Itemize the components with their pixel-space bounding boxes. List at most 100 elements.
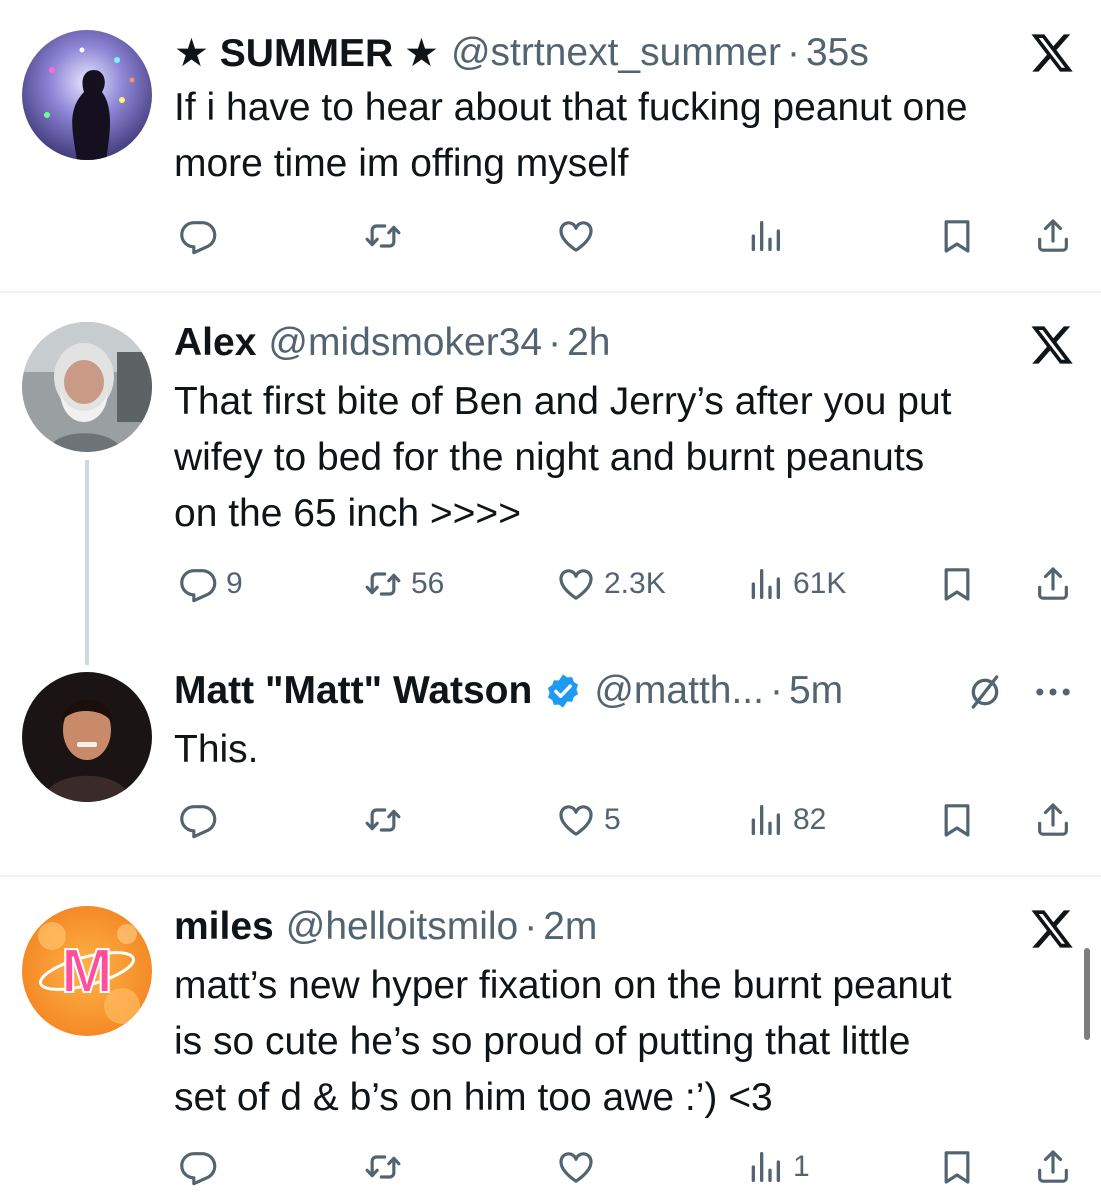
- bookmark-icon: [937, 800, 977, 840]
- retweet-button[interactable]: [363, 800, 411, 840]
- tweet-header: miles @helloitsmilo · 2m: [174, 902, 597, 952]
- reply-icon: [178, 1147, 218, 1187]
- more-icon[interactable]: [1031, 672, 1075, 712]
- retweet-count: 56: [411, 567, 445, 600]
- views-icon: [745, 216, 785, 256]
- action-bar: [0, 216, 1101, 256]
- retweet-icon: [363, 800, 403, 840]
- reply-icon: [178, 216, 218, 256]
- reply-icon: [178, 800, 218, 840]
- views-button[interactable]: [745, 216, 793, 256]
- share-icon: [1033, 564, 1073, 604]
- timestamp[interactable]: 35s: [806, 31, 869, 75]
- share-icon: [1033, 800, 1073, 840]
- share-icon: [1033, 1147, 1073, 1187]
- views-button[interactable]: 61K: [745, 564, 846, 604]
- timestamp[interactable]: 2h: [567, 321, 610, 365]
- tweet-divider: [0, 875, 1101, 877]
- tweet-text-line: That first bite of Ben and Jerry’s after…: [174, 380, 952, 423]
- scrollbar[interactable]: [1084, 948, 1090, 1040]
- avatar[interactable]: [22, 30, 152, 160]
- tweet-header: Matt "Matt" Watson @matth... · 5m: [174, 666, 843, 716]
- share-button[interactable]: [1033, 216, 1073, 256]
- bookmark-button[interactable]: [937, 800, 977, 840]
- like-icon: [556, 564, 596, 604]
- separator-dot: ·: [548, 321, 562, 364]
- views-icon: [745, 1147, 785, 1187]
- separator-dot: ·: [786, 31, 800, 74]
- action-bar: 1: [0, 1147, 1101, 1187]
- views-count: 1: [793, 1150, 810, 1183]
- share-icon: [1033, 216, 1073, 256]
- like-button[interactable]: [556, 216, 604, 256]
- tweet-text-line: on the 65 inch >>>>: [174, 492, 521, 535]
- views-button[interactable]: 82: [745, 800, 826, 840]
- verified-icon: [544, 672, 582, 710]
- svg-text:M: M: [61, 937, 113, 1006]
- like-icon: [556, 1147, 596, 1187]
- views-icon: [745, 564, 785, 604]
- bookmark-button[interactable]: [937, 564, 977, 604]
- avatar[interactable]: [22, 322, 152, 452]
- reply-button[interactable]: [178, 216, 226, 256]
- like-count: 5: [604, 803, 621, 836]
- action-bar: 5 82: [0, 800, 1101, 840]
- tweet-text: If i have to hear about that fucking pea…: [174, 80, 1074, 192]
- tweet-divider: [0, 291, 1101, 293]
- retweet-button[interactable]: [363, 1147, 411, 1187]
- x-logo-icon: [1029, 30, 1075, 76]
- like-icon: [556, 216, 596, 256]
- avatar[interactable]: M: [22, 906, 152, 1036]
- mute-icon[interactable]: [965, 672, 1005, 712]
- username[interactable]: @matth...: [594, 669, 764, 713]
- bookmark-button[interactable]: [937, 216, 977, 256]
- tweet-header: ★ SUMMER ★ @strtnext_summer · 35s: [174, 28, 869, 78]
- display-name[interactable]: Alex: [174, 321, 256, 365]
- tweet-text-line: This.: [174, 728, 259, 771]
- like-icon: [556, 800, 596, 840]
- like-count: 2.3K: [604, 567, 666, 600]
- share-button[interactable]: [1033, 564, 1073, 604]
- tweet-text: matt’s new hyper fixation on the burnt p…: [174, 958, 1074, 1126]
- share-button[interactable]: [1033, 800, 1073, 840]
- bookmark-icon: [937, 1147, 977, 1187]
- views-count: 61K: [793, 567, 847, 600]
- username[interactable]: @helloitsmilo: [286, 905, 519, 949]
- thread-line: [85, 460, 89, 665]
- like-button[interactable]: [556, 1147, 604, 1187]
- retweet-icon: [363, 216, 403, 256]
- retweet-icon: [363, 1147, 403, 1187]
- bookmark-button[interactable]: [937, 1147, 977, 1187]
- views-count: 82: [793, 803, 827, 836]
- display-name[interactable]: Matt "Matt" Watson: [174, 669, 532, 713]
- display-name[interactable]: ★ SUMMER ★: [174, 31, 439, 76]
- tweet-text-line: wifey to bed for the night and burnt pea…: [174, 436, 925, 479]
- views-button[interactable]: 1: [745, 1147, 810, 1187]
- display-name[interactable]: miles: [174, 905, 274, 949]
- username[interactable]: @strtnext_summer: [451, 31, 781, 75]
- like-button[interactable]: 5: [556, 800, 621, 840]
- tweet-header: Alex @midsmoker34 · 2h: [174, 318, 610, 368]
- reply-button[interactable]: [178, 1147, 226, 1187]
- reply-icon: [178, 564, 218, 604]
- retweet-button[interactable]: 56: [363, 564, 444, 604]
- retweet-button[interactable]: [363, 216, 411, 256]
- tweet-text-line: matt’s new hyper fixation on the burnt p…: [174, 964, 952, 1007]
- share-button[interactable]: [1033, 1147, 1073, 1187]
- reply-count: 9: [226, 567, 243, 600]
- timestamp[interactable]: 5m: [789, 669, 843, 713]
- reply-button[interactable]: 9: [178, 564, 243, 604]
- tweet-text-line: is so cute he’s so proud of putting that…: [174, 1020, 911, 1063]
- x-logo-icon: [1029, 322, 1075, 368]
- like-button[interactable]: 2.3K: [556, 564, 666, 604]
- action-bar: 9 56 2.3K 61K: [0, 564, 1101, 604]
- views-icon: [745, 800, 785, 840]
- tweet-text: This.: [174, 722, 1074, 778]
- username[interactable]: @midsmoker34: [268, 321, 542, 365]
- retweet-icon: [363, 564, 403, 604]
- reply-button[interactable]: [178, 800, 226, 840]
- avatar[interactable]: [22, 672, 152, 802]
- bookmark-icon: [937, 216, 977, 256]
- bookmark-icon: [937, 564, 977, 604]
- timestamp[interactable]: 2m: [543, 905, 597, 949]
